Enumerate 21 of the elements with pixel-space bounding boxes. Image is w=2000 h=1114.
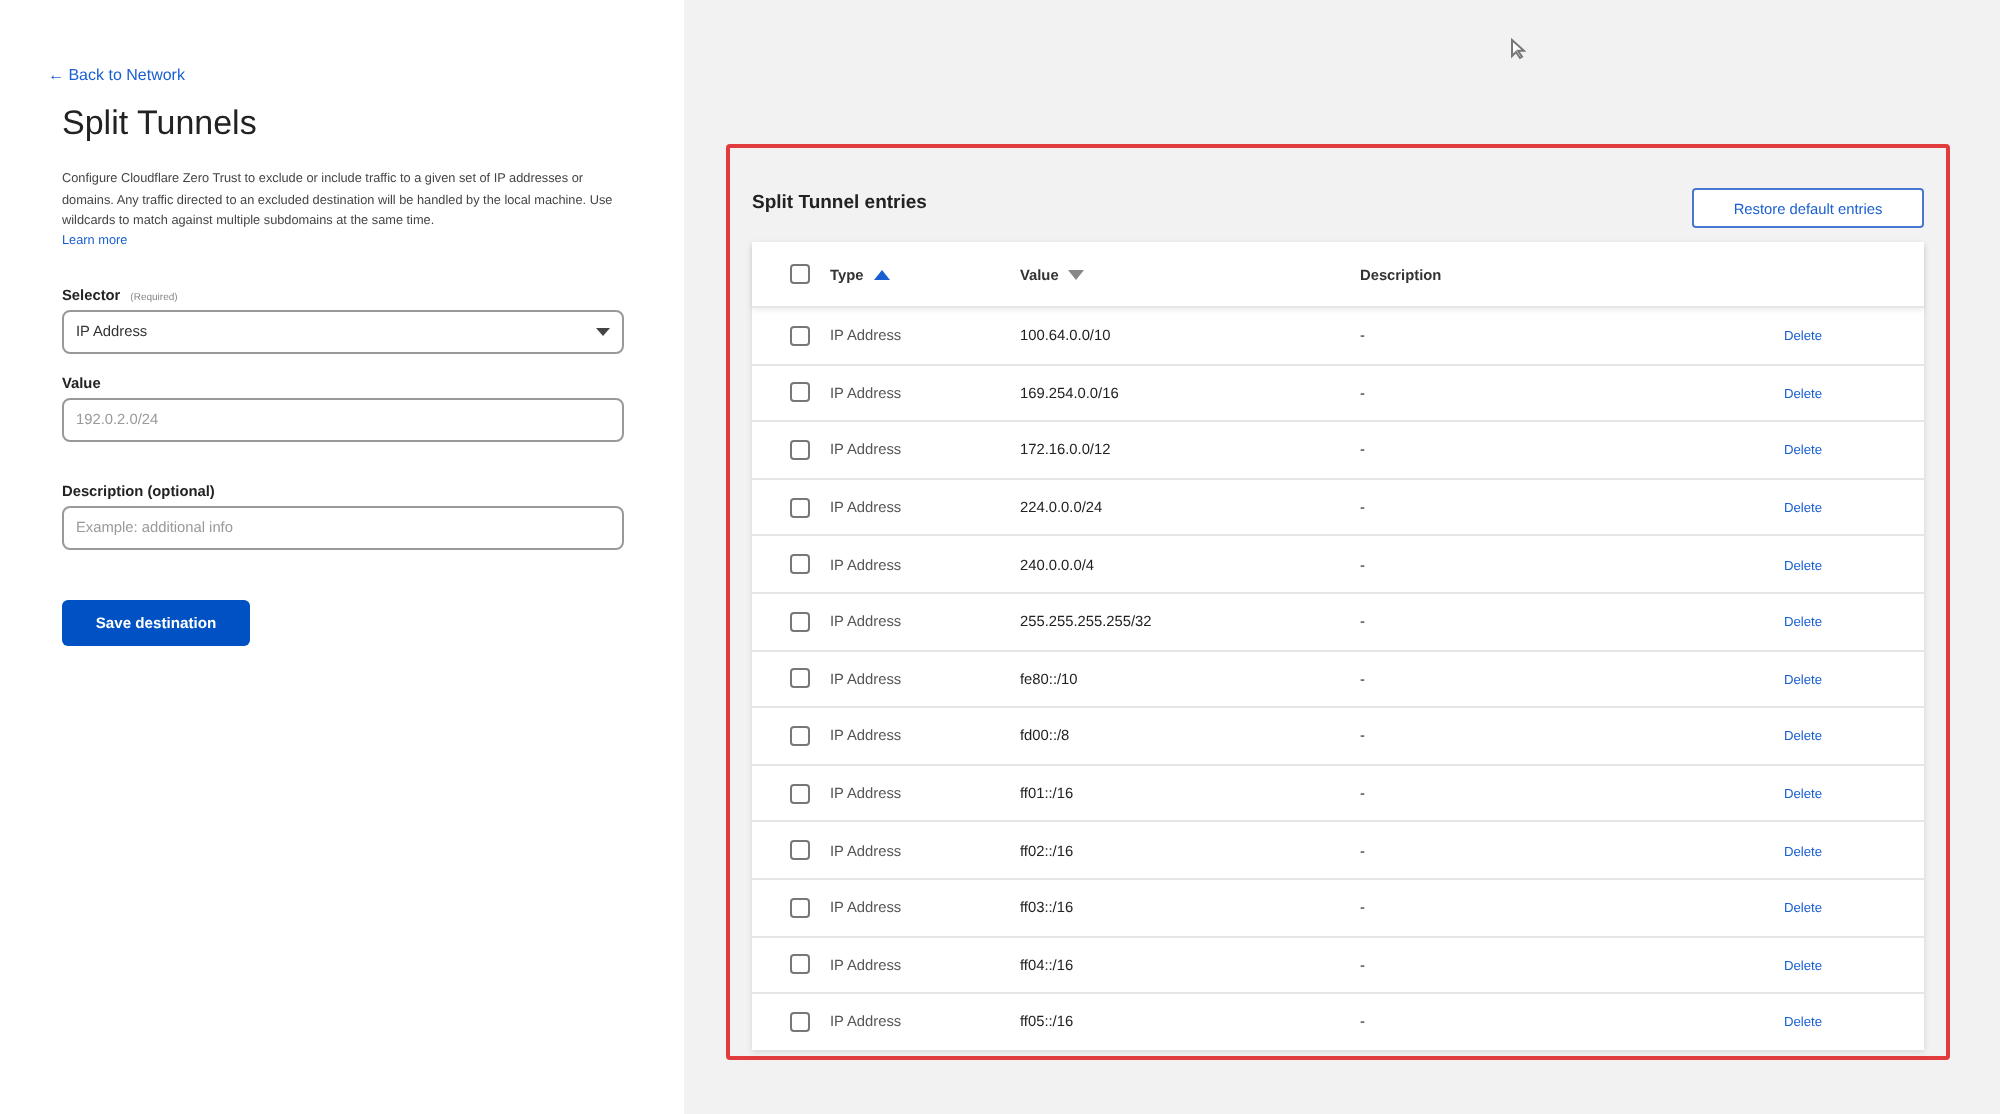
page-title: Split Tunnels (62, 104, 257, 144)
select-all-checkbox[interactable] (789, 264, 809, 284)
back-link[interactable]: ← Back to Network (48, 66, 185, 84)
row-checkbox[interactable] (789, 783, 809, 804)
row-checkbox[interactable] (789, 497, 809, 518)
row-checkbox[interactable] (789, 954, 809, 975)
row-checkbox[interactable] (789, 897, 809, 918)
row-checkbox[interactable] (789, 840, 809, 861)
sort-down-icon[interactable] (1068, 269, 1085, 279)
row-checkbox[interactable] (789, 554, 809, 575)
row-checkbox[interactable] (789, 725, 809, 746)
row-checkbox[interactable] (789, 1011, 809, 1032)
row-checkbox[interactable] (789, 325, 809, 346)
row-checkbox[interactable] (789, 439, 809, 460)
row-checkbox[interactable] (789, 668, 809, 689)
caret-icon (596, 327, 610, 336)
mouse-cursor-icon (1510, 38, 1526, 60)
section-title: Split Tunnel entries (752, 191, 927, 213)
row-checkbox[interactable] (789, 611, 809, 632)
row-checkbox[interactable] (789, 382, 809, 403)
sort-up-icon[interactable] (873, 269, 890, 279)
